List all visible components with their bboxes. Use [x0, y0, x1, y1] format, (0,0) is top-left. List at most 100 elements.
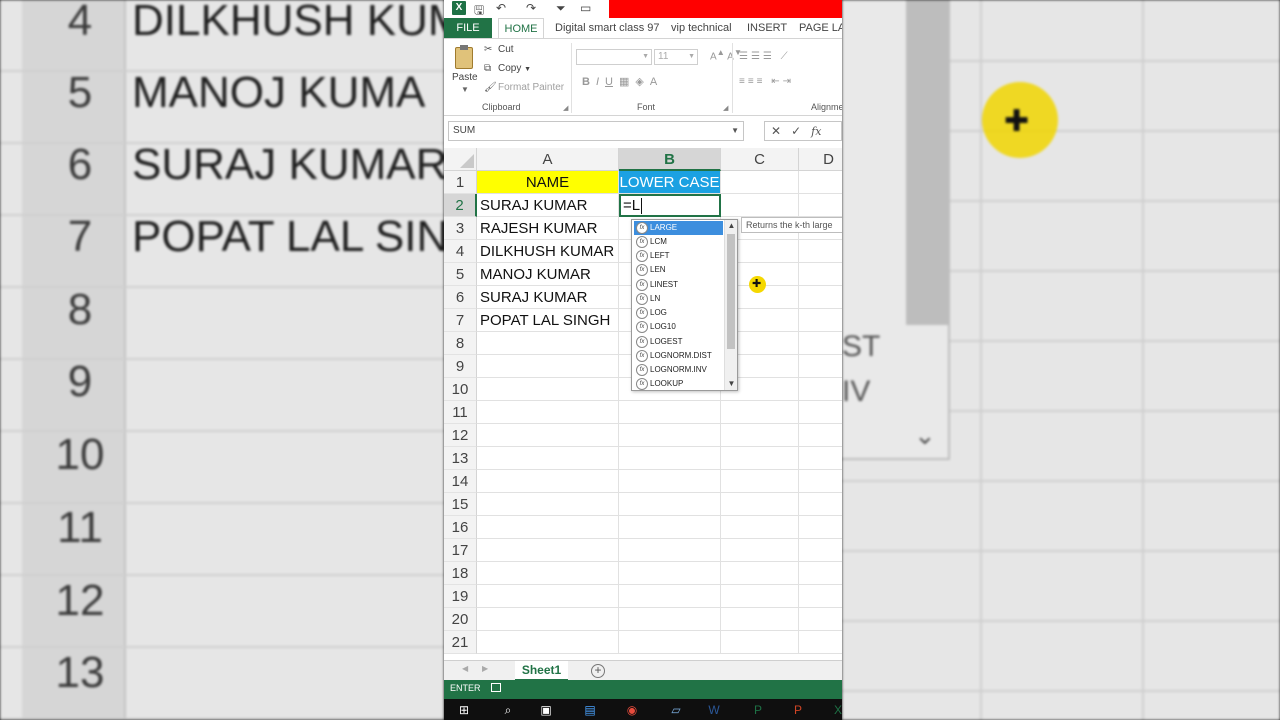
cell[interactable]: [721, 516, 799, 539]
italic-button[interactable]: I: [596, 76, 599, 88]
select-all-button[interactable]: [444, 148, 477, 171]
cell[interactable]: [619, 585, 721, 608]
row-header[interactable]: 2: [444, 194, 477, 217]
cell[interactable]: [799, 401, 842, 424]
cell[interactable]: [619, 631, 721, 654]
cell[interactable]: [619, 401, 721, 424]
row-header[interactable]: 21: [444, 631, 477, 654]
row-header[interactable]: 18: [444, 562, 477, 585]
autocomplete-item[interactable]: fx LOG10: [634, 320, 723, 334]
autocomplete-item[interactable]: fx LOGNORM.INV: [634, 363, 723, 377]
add-sheet-icon[interactable]: +: [591, 664, 605, 678]
paste-dropdown-icon[interactable]: ▼: [461, 85, 469, 94]
cell[interactable]: [721, 470, 799, 493]
horizontal-align-buttons[interactable]: ≡≡≡ ⇤⇥: [739, 76, 794, 87]
autocomplete-item[interactable]: fx LARGE: [634, 221, 723, 235]
cell[interactable]: [477, 378, 619, 401]
cell[interactable]: [799, 539, 842, 562]
column-header-c[interactable]: C: [721, 148, 799, 171]
cell[interactable]: [619, 493, 721, 516]
cell[interactable]: [799, 171, 842, 194]
cell[interactable]: [721, 401, 799, 424]
autocomplete-item[interactable]: fx LOGEST: [634, 335, 723, 349]
cell[interactable]: [799, 194, 842, 217]
powerpoint-icon[interactable]: P: [790, 702, 806, 718]
cell[interactable]: [619, 447, 721, 470]
row-header[interactable]: 1: [444, 171, 477, 194]
dialog-launcher-icon[interactable]: ◢: [563, 104, 568, 112]
row-header[interactable]: 8: [444, 332, 477, 355]
cell[interactable]: [721, 493, 799, 516]
tab-home[interactable]: HOME: [498, 18, 544, 38]
cell[interactable]: [619, 470, 721, 493]
cell[interactable]: [799, 608, 842, 631]
cell[interactable]: [799, 493, 842, 516]
autocomplete-item[interactable]: fx LOG: [634, 306, 723, 320]
cell-a4[interactable]: DILKHUSH KUMAR: [477, 240, 619, 263]
vertical-align-buttons[interactable]: ☰☰☰ ⟋: [739, 51, 791, 62]
column-header-d[interactable]: D: [799, 148, 842, 171]
row-header[interactable]: 4: [444, 240, 477, 263]
autocomplete-item[interactable]: fx LOGNORM.DIST: [634, 349, 723, 363]
cell[interactable]: [799, 631, 842, 654]
windows-start-icon[interactable]: ⊞: [456, 702, 472, 718]
cell[interactable]: [721, 171, 799, 194]
cell[interactable]: [477, 493, 619, 516]
cut-button[interactable]: ✂ Cut: [484, 44, 514, 55]
cell[interactable]: [477, 355, 619, 378]
borders-icon[interactable]: ▦: [619, 75, 629, 88]
format-painter-button[interactable]: 🖌Format Painter: [484, 82, 564, 93]
filter-icon[interactable]: ⏷: [556, 1, 566, 16]
row-header[interactable]: 12: [444, 424, 477, 447]
font-size-combobox[interactable]: 11 ▼: [654, 49, 698, 65]
cell[interactable]: [799, 240, 842, 263]
fill-color-icon[interactable]: ◈: [635, 75, 643, 88]
cell-a2[interactable]: SURAJ KUMAR: [477, 194, 619, 217]
undo-icon[interactable]: ↶: [496, 1, 506, 15]
search-icon[interactable]: ⌕: [500, 702, 516, 718]
macro-record-icon[interactable]: [491, 683, 501, 692]
cell[interactable]: [619, 539, 721, 562]
row-header[interactable]: 16: [444, 516, 477, 539]
excel-taskbar-icon[interactable]: X: [830, 702, 842, 718]
cell-a1[interactable]: NAME: [477, 171, 619, 194]
cell[interactable]: [477, 470, 619, 493]
cell[interactable]: [721, 194, 799, 217]
cell[interactable]: [619, 562, 721, 585]
autocomplete-item[interactable]: fx LCM: [634, 235, 723, 249]
cell[interactable]: [799, 355, 842, 378]
row-header[interactable]: 19: [444, 585, 477, 608]
notepad-icon[interactable]: ▱: [668, 702, 684, 718]
cell[interactable]: [799, 516, 842, 539]
column-header-b[interactable]: B: [619, 148, 721, 171]
chrome-icon[interactable]: ◉: [624, 702, 640, 718]
cell[interactable]: [477, 332, 619, 355]
cell[interactable]: [721, 539, 799, 562]
autocomplete-item[interactable]: fx LOOKUP: [634, 377, 723, 390]
cell[interactable]: [477, 608, 619, 631]
redo-icon[interactable]: ↷: [526, 1, 536, 15]
cell[interactable]: [799, 562, 842, 585]
cell[interactable]: [477, 631, 619, 654]
cell[interactable]: [477, 516, 619, 539]
cell[interactable]: [721, 631, 799, 654]
autocomplete-item[interactable]: fx LINEST: [634, 278, 723, 292]
cell[interactable]: [619, 424, 721, 447]
cell[interactable]: [721, 424, 799, 447]
copy-button[interactable]: ⧉ Copy ▼: [484, 63, 531, 74]
autocomplete-item[interactable]: fx LN: [634, 292, 723, 306]
cell[interactable]: [721, 585, 799, 608]
cell[interactable]: [721, 447, 799, 470]
row-header[interactable]: 10: [444, 378, 477, 401]
autocomplete-item[interactable]: fx LEN: [634, 263, 723, 277]
dialog-launcher-icon[interactable]: ◢: [723, 104, 728, 112]
tab-insert[interactable]: INSERT: [747, 18, 787, 38]
function-autocomplete-list[interactable]: fx LARGE fx LCM fx LEFT fx LEN fx LINEST fx LN…: [631, 219, 738, 391]
row-header[interactable]: 13: [444, 447, 477, 470]
file-explorer-icon[interactable]: ▤: [582, 702, 598, 718]
row-header[interactable]: 11: [444, 401, 477, 424]
cell-a5[interactable]: MANOJ KUMAR: [477, 263, 619, 286]
cell[interactable]: [721, 608, 799, 631]
cell-b1[interactable]: LOWER CASE: [619, 171, 721, 194]
cell[interactable]: [477, 424, 619, 447]
